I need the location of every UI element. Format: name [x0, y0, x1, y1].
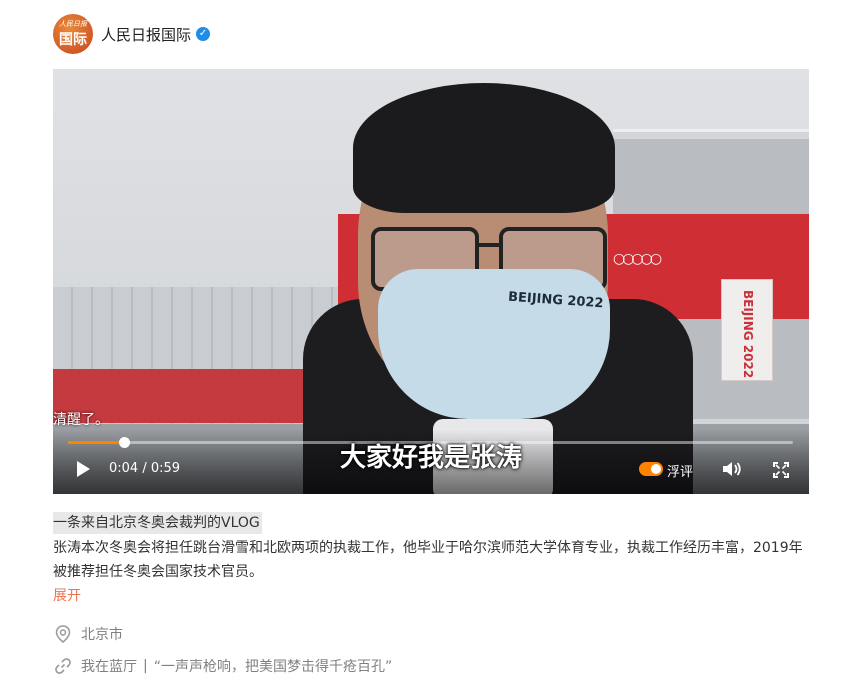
play-icon[interactable] — [77, 461, 90, 477]
video-time: 0:04 / 0:59 — [109, 461, 181, 476]
link-icon — [55, 658, 71, 674]
video-banner: BEIJING 2022 — [721, 279, 773, 381]
video-person-hair — [353, 83, 615, 213]
verified-badge-icon: ✓ — [196, 27, 211, 41]
banner-text: BEIJING 2022 — [741, 290, 755, 379]
location-text[interactable]: 北京市 — [81, 624, 123, 644]
link-source[interactable]: 我在蓝厅 — [81, 656, 137, 676]
location-pin-icon — [55, 625, 71, 643]
video-player[interactable]: ○○○○○ BEIJING 2022 BEIJING 2022 清醒了。 大家好… — [53, 69, 809, 494]
expand-link[interactable]: 展开 — [53, 585, 81, 605]
danmu-toggle[interactable] — [639, 462, 663, 476]
video-person-mask — [378, 269, 610, 419]
fullscreen-icon[interactable] — [773, 462, 789, 478]
avatar[interactable]: 人民日报 国际 — [53, 14, 93, 54]
avatar-text: 国际 — [59, 32, 87, 48]
avatar-signature: 人民日报 — [59, 20, 87, 28]
volume-icon[interactable] — [721, 460, 743, 478]
post-header: 人民日报 国际 人民日报国际 ✓ — [53, 14, 211, 54]
subtitle-previous: 清醒了。 — [53, 412, 109, 428]
olympic-rings-icon: ○○○○○ — [613, 251, 662, 267]
danmu-label[interactable]: 浮评 — [667, 461, 693, 480]
post-body: 张涛本次冬奥会将担任跳台滑雪和北欧两项的执裁工作，他毕业于哈尔滨师范大学体育专业… — [53, 540, 803, 580]
account-name[interactable]: 人民日报国际 — [101, 24, 191, 45]
link-separator: | — [143, 658, 148, 674]
post-title: 一条来自北京冬奥会裁判的VLOG — [53, 512, 262, 534]
location-row[interactable]: 北京市 — [53, 624, 123, 644]
related-link-row[interactable]: 我在蓝厅 | “一声声枪响，把美国梦击得千疮百孔” — [53, 656, 392, 676]
link-title[interactable]: “一声声枪响，把美国梦击得千疮百孔” — [154, 656, 393, 676]
